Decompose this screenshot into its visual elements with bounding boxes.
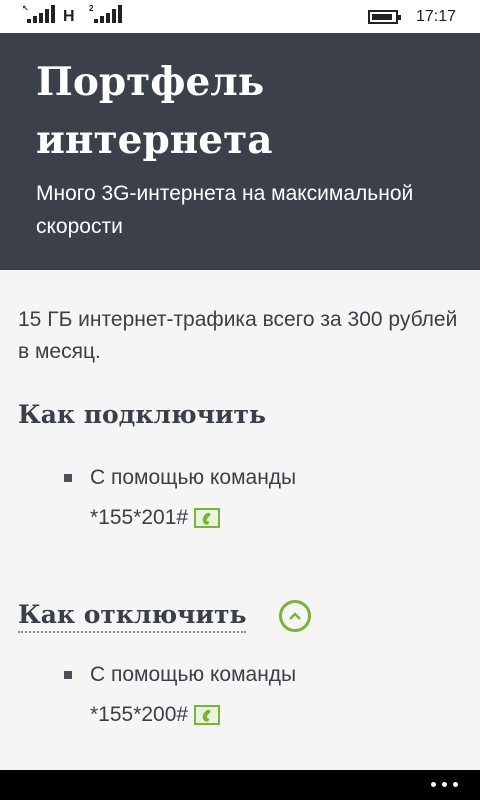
connect-code[interactable]: *155*201# — [90, 498, 188, 538]
status-bar: ↖ H 2 17:17 — [0, 0, 480, 33]
signal-icon — [94, 5, 122, 23]
battery-icon — [368, 10, 401, 24]
phone-call-icon[interactable] — [194, 508, 221, 528]
bullet-icon — [64, 671, 72, 679]
disconnect-code[interactable]: *155*200# — [90, 695, 188, 735]
list-item: С помощью команды — [60, 655, 440, 695]
sim2-indicator: 2 — [89, 4, 94, 13]
disconnect-code-row: *155*200# — [60, 695, 440, 735]
clock: 17:17 — [416, 8, 457, 25]
connect-code-row: *155*201# — [60, 498, 440, 538]
connect-method: С помощью команды *155*201# — [60, 458, 440, 538]
list-item: С помощью команды — [60, 458, 440, 498]
connect-method-label: С помощью команды — [90, 466, 297, 489]
connect-section-title: Как подключить — [18, 400, 266, 429]
app-bar — [0, 770, 480, 800]
content: 15 ГБ интернет-трафика всего за 300 рубл… — [0, 270, 480, 770]
bullet-icon — [64, 474, 72, 482]
signal-icon — [27, 5, 55, 23]
intro-text: 15 ГБ интернет-трафика всего за 300 рубл… — [18, 308, 458, 363]
disconnect-method-label: С помощью команды — [90, 663, 297, 686]
more-dots-icon[interactable] — [431, 782, 458, 787]
header: Портфель интернета Много 3G-интернета на… — [0, 33, 480, 270]
chevron-up-icon[interactable] — [279, 600, 311, 632]
page-subtitle: Много 3G-интернета на максимальной скоро… — [36, 182, 414, 238]
network-type: H — [63, 8, 75, 25]
page-title: Портфель интернета — [36, 59, 273, 163]
phone-call-icon[interactable] — [194, 705, 221, 725]
disconnect-section-title[interactable]: Как отключить — [18, 600, 247, 633]
disconnect-method: С помощью команды *155*200# — [60, 655, 440, 735]
